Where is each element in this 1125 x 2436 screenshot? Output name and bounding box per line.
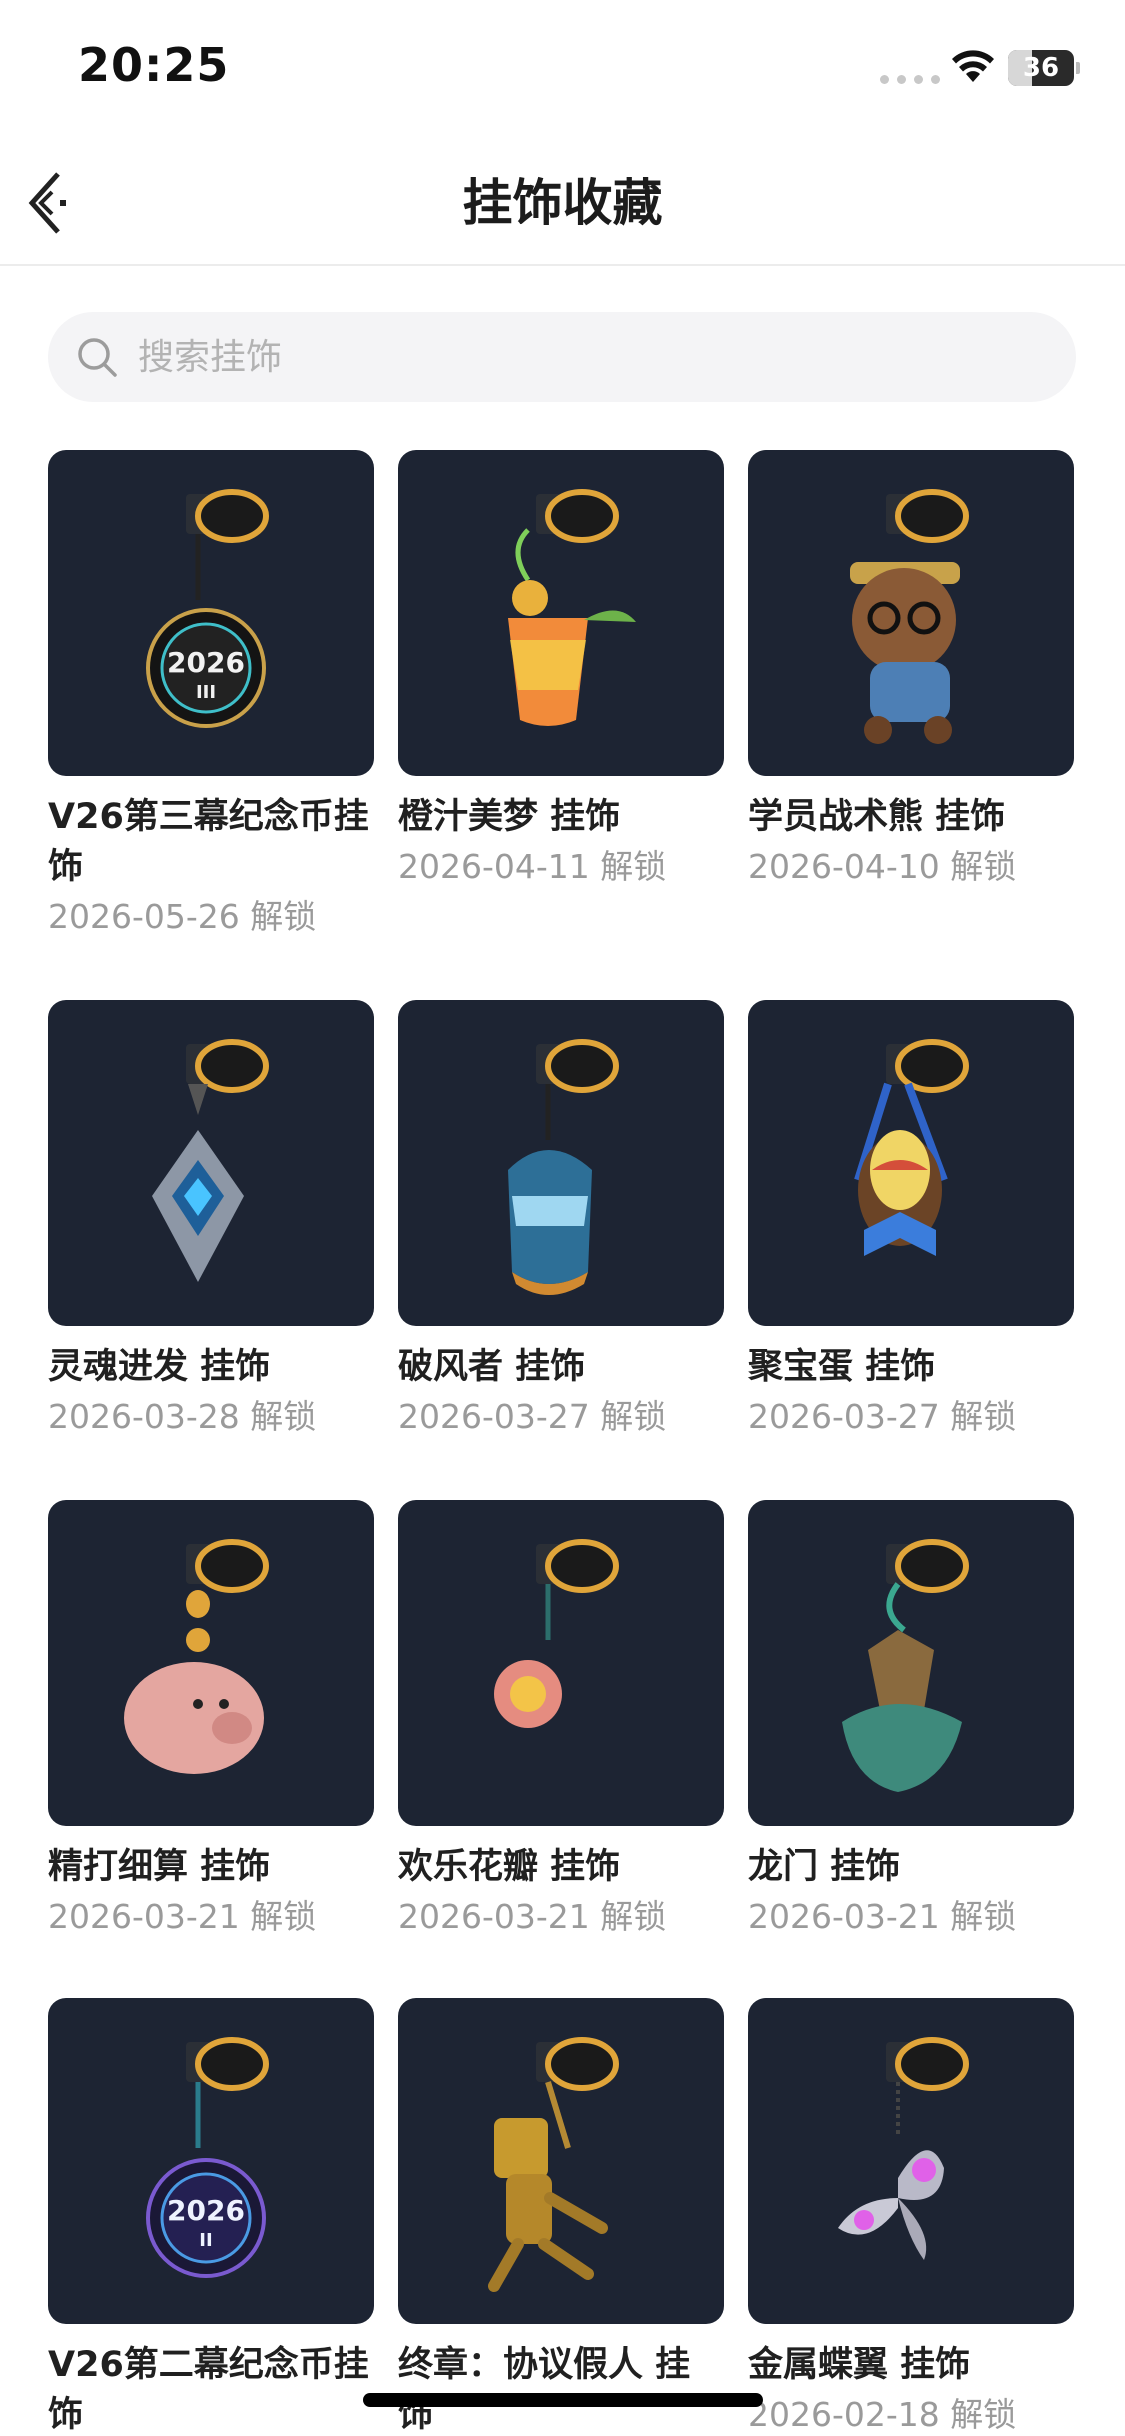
soul-crystal-icon — [152, 1039, 269, 1282]
coin-2026-ii-icon: 2026 II — [146, 2037, 269, 2278]
status-bar: 20:25 36 — [0, 0, 1125, 140]
metal-butterfly-icon — [838, 2037, 969, 2260]
charm-name: 龙门 挂饰 — [748, 1847, 901, 1887]
page-title: 挂饰收藏 — [462, 174, 663, 232]
flower-moon-icon — [488, 1539, 619, 1780]
dragon-gate-icon — [842, 1539, 969, 1792]
charm-name: 欢乐花瓣 挂饰 — [398, 1847, 621, 1887]
orange-juice-icon — [508, 489, 636, 726]
charm-unlock-date: 2026-03-21 解锁 — [748, 1897, 1017, 1936]
svg-text:II: II — [199, 2230, 212, 2251]
tactical-bear-icon — [850, 489, 969, 744]
charm-name: 破风者 挂饰 — [398, 1347, 586, 1387]
charm-unlock-date: 2026-03-27 解锁 — [748, 1397, 1017, 1436]
battery-icon: 36 — [1008, 50, 1080, 86]
charm-name: 聚宝蛋 挂饰 — [748, 1347, 936, 1387]
cellular-signal-icon — [880, 75, 940, 84]
charm-unlock-date: 2026-03-21 解锁 — [398, 1897, 667, 1936]
search-icon — [78, 338, 117, 377]
charm-thumbnail — [48, 1500, 374, 1826]
charm-unlock-date: 2026-05-26 解锁 — [48, 897, 317, 936]
charm-unlock-date: 2026-03-21 解锁 — [48, 1897, 317, 1936]
svg-text:2026: 2026 — [167, 646, 245, 679]
charm-thumbnail — [748, 1500, 1074, 1826]
charm-name: 金属蝶翼 挂饰 — [748, 2345, 971, 2385]
treasure-egg-icon — [854, 1039, 969, 1256]
search-input[interactable] — [138, 312, 1038, 402]
charm-thumbnail — [398, 1000, 724, 1326]
navigation-bar: 挂饰收藏 — [0, 140, 1125, 266]
charm-name: 灵魂进发 挂饰 — [48, 1347, 271, 1387]
piggy-bank-icon — [124, 1539, 269, 1774]
charm-thumbnail — [398, 1500, 724, 1826]
charm-unlock-date: 2026-03-27 解锁 — [398, 1397, 667, 1436]
protocol-dummy-icon — [488, 2037, 619, 2292]
charm-thumbnail: 2026 II — [48, 1998, 374, 2324]
charm-unlock-date: 2026-02-18 解锁 — [748, 2395, 1017, 2434]
charm-unlock-date: 2026-03-28 解锁 — [48, 1397, 317, 1436]
back-chevron-icon[interactable] — [24, 168, 74, 238]
charm-unlock-date: 2026-04-11 解锁 — [398, 847, 667, 886]
charm-thumbnail — [398, 450, 724, 776]
charm-name: V26第二幕纪念币挂饰 — [48, 2345, 369, 2435]
battery-level: 36 — [1022, 53, 1060, 83]
windbreaker-helmet-icon — [508, 1039, 619, 1295]
coin-2026-iii-icon: 2026 III — [146, 489, 269, 728]
charm-name: 橙汁美梦 挂饰 — [398, 797, 621, 837]
search-bar[interactable] — [48, 312, 1076, 402]
svg-text:III: III — [196, 682, 216, 703]
charm-thumbnail — [748, 450, 1074, 776]
svg-text:2026: 2026 — [167, 2194, 245, 2227]
charm-unlock-date: 2026-04-10 解锁 — [748, 847, 1017, 886]
charm-name: 终章：协议假人 挂饰 — [398, 2345, 691, 2435]
charm-thumbnail: 2026 III — [48, 450, 374, 776]
charm-thumbnail — [398, 1998, 724, 2324]
home-indicator[interactable] — [363, 2393, 763, 2407]
charm-thumbnail — [48, 1000, 374, 1326]
charm-name: V26第三幕纪念币挂饰 — [48, 797, 369, 887]
charm-name: 学员战术熊 挂饰 — [748, 797, 1006, 837]
status-time: 20:25 — [78, 38, 230, 92]
charm-name: 精打细算 挂饰 — [48, 1847, 271, 1887]
wifi-icon — [952, 50, 994, 82]
charm-thumbnail — [748, 1998, 1074, 2324]
charm-thumbnail — [748, 1000, 1074, 1326]
